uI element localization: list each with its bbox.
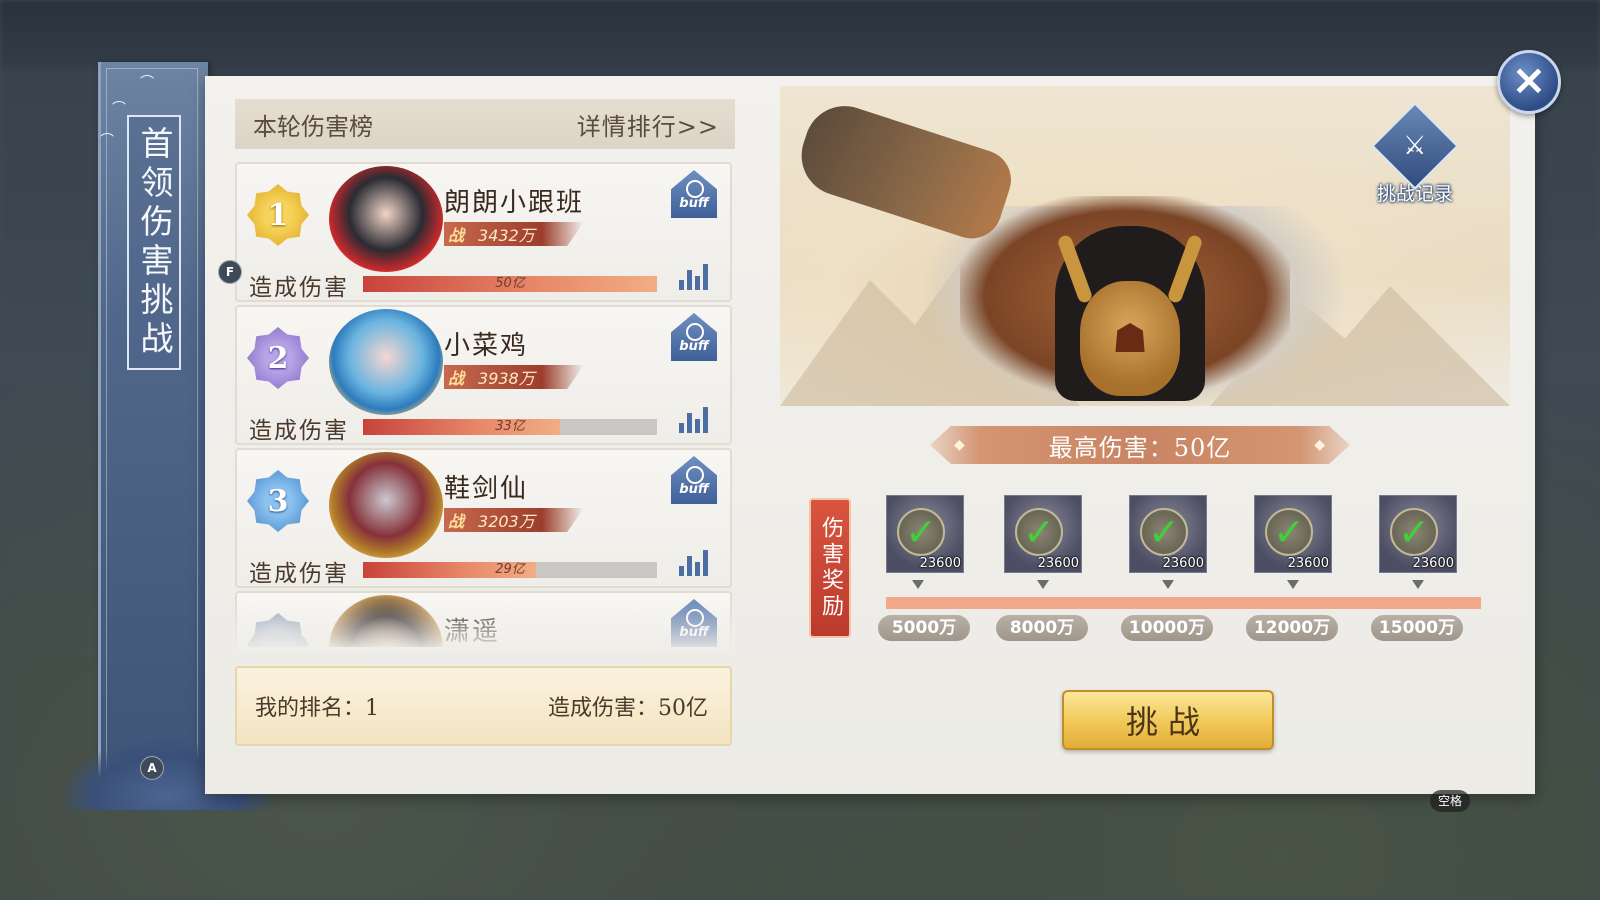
power-prefix: 战 (448, 369, 465, 388)
buff-search-button[interactable]: buff (671, 456, 717, 504)
power-tag: 战 3203万 (444, 508, 584, 532)
damage-label: 造成伤害 (249, 418, 349, 444)
damage-value: 50亿 (495, 276, 525, 291)
damage-bar: 29亿 (363, 562, 657, 578)
player-name: 小菜鸡 (444, 331, 529, 361)
leaderboard-row[interactable]: 2 小菜鸡 战 3938万 buff 造成伤害 33亿 (235, 305, 732, 445)
claimed-check-icon: ✓ (1265, 508, 1313, 556)
my-rank-panel: 我的排名：1 造成伤害：50亿 (235, 666, 732, 746)
buff-search-button[interactable]: buff (671, 313, 717, 361)
tick-arrow-icon (1287, 580, 1299, 589)
player-name: 鞋剑仙 (444, 474, 529, 504)
player-avatar[interactable] (329, 309, 443, 415)
stats-chart-icon[interactable] (679, 260, 711, 290)
tick-arrow-icon (1412, 580, 1424, 589)
reward-threshold: 5000万 (878, 615, 970, 641)
buff-search-button[interactable]: buff (671, 170, 717, 218)
reward-item[interactable]: ✓ 23600 (1254, 495, 1332, 573)
leaderboard-header: 本轮伤害榜 详情排行>> (235, 99, 735, 149)
power-tag: 战 3938万 (444, 365, 584, 389)
claimed-check-icon: ✓ (1140, 508, 1188, 556)
power-value: 3203万 (478, 512, 535, 531)
leaderboard-row[interactable]: 3 鞋剑仙 战 3203万 buff 造成伤害 29亿 (235, 448, 732, 588)
damage-label: 造成伤害 (249, 275, 349, 301)
claimed-check-icon: ✓ (1390, 508, 1438, 556)
reward-item[interactable]: ✓ 23600 (886, 495, 964, 573)
reward-item[interactable]: ✓ 23600 (1379, 495, 1457, 573)
hotkey-badge-space: 空格 (1430, 790, 1470, 812)
sword-emblem-icon: ⚔ (1371, 102, 1459, 190)
battle-record-button[interactable]: ⚔ 挑战记录 (1365, 102, 1465, 205)
hotkey-badge-a: A (140, 756, 164, 780)
reward-quantity: 23600 (1287, 556, 1329, 571)
detail-ranking-link[interactable]: 详情排行>> (577, 107, 719, 142)
reward-item[interactable]: ✓ 23600 (1004, 495, 1082, 573)
claimed-check-icon: ✓ (1015, 508, 1063, 556)
leaderboard-row[interactable]: 1 朗朗小跟班 战 3432万 buff 造成伤害 50亿 (235, 162, 732, 302)
rank-badge-silver: 2 (247, 327, 309, 389)
power-value: 3432万 (478, 226, 535, 245)
power-prefix: 战 (448, 226, 465, 245)
reward-progress-bar (886, 597, 1481, 609)
reward-item[interactable]: ✓ 23600 (1129, 495, 1207, 573)
spine-title: 首领伤害挑战 (127, 115, 181, 370)
hotkey-badge-f: F (218, 260, 242, 284)
bird-decoration: ⌒ (100, 133, 114, 149)
close-icon[interactable]: × (1497, 50, 1561, 114)
rank-badge-gold: 1 (247, 184, 309, 246)
reward-threshold: 10000万 (1121, 615, 1213, 641)
claimed-check-icon: ✓ (897, 508, 945, 556)
reward-threshold: 15000万 (1371, 615, 1463, 641)
my-damage-text: 造成伤害：50亿 (548, 696, 708, 721)
tick-arrow-icon (1037, 580, 1049, 589)
diamond-ornament-icon: ◆ (1314, 437, 1326, 453)
damage-value: 29亿 (495, 562, 525, 577)
reward-threshold: 12000万 (1246, 615, 1338, 641)
tick-arrow-icon (912, 580, 924, 589)
max-damage-banner: ◆ 最高伤害：50亿 ◆ (930, 426, 1350, 464)
list-fade (235, 600, 735, 650)
leaderboard-title: 本轮伤害榜 (253, 112, 373, 141)
bird-decoration: ⌒ (140, 75, 154, 91)
player-avatar[interactable] (329, 452, 443, 558)
reward-quantity: 23600 (919, 556, 961, 571)
tick-arrow-icon (1162, 580, 1174, 589)
leaderboard-list[interactable]: 1 朗朗小跟班 战 3432万 buff 造成伤害 50亿 2 小菜鸡 战 39… (235, 162, 735, 647)
damage-bar: 50亿 (363, 276, 657, 292)
reward-quantity: 23600 (1412, 556, 1454, 571)
boss-mask: ☗ (1080, 281, 1180, 396)
player-name: 朗朗小跟班 (444, 188, 585, 218)
my-rank-text: 我的排名：1 (255, 696, 379, 721)
damage-label: 造成伤害 (249, 561, 349, 587)
reward-quantity: 23600 (1162, 556, 1204, 571)
damage-reward-tag: 伤害奖励 (809, 498, 851, 638)
player-avatar[interactable] (329, 166, 443, 272)
reward-quantity: 23600 (1037, 556, 1079, 571)
diamond-ornament-icon: ◆ (954, 437, 966, 453)
power-prefix: 战 (448, 512, 465, 531)
stats-chart-icon[interactable] (679, 546, 711, 576)
challenge-button[interactable]: 挑战 (1062, 690, 1274, 750)
rank-badge-bronze: 3 (247, 470, 309, 532)
power-value: 3938万 (478, 369, 535, 388)
damage-value: 33亿 (495, 419, 525, 434)
max-damage-text: 最高伤害：50亿 (1048, 433, 1232, 462)
power-tag: 战 3432万 (444, 222, 584, 246)
damage-bar: 33亿 (363, 419, 657, 435)
bird-decoration: ⌒ (112, 101, 126, 117)
stats-chart-icon[interactable] (679, 403, 711, 433)
reward-threshold: 8000万 (996, 615, 1088, 641)
